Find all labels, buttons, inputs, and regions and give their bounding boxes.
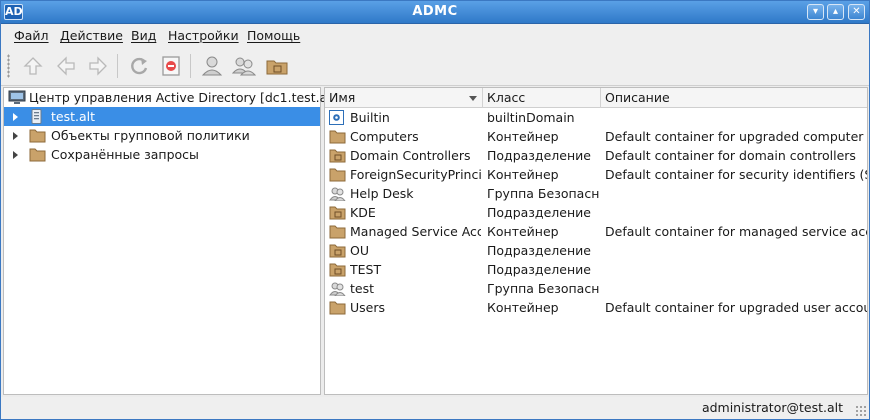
- cell-class: Группа Безопасности: [487, 281, 599, 296]
- table-row[interactable]: OU Подразделение: [325, 241, 867, 260]
- cell-name: Help Desk: [350, 186, 414, 201]
- tree-item-label: test.alt: [51, 109, 96, 124]
- tree-item-group-policy[interactable]: Объекты групповой политики: [4, 126, 320, 145]
- column-header-class[interactable]: Класс: [483, 88, 601, 108]
- stop-icon[interactable]: [158, 53, 184, 79]
- menu-settings[interactable]: Настройки: [168, 28, 239, 43]
- cell-class: Подразделение: [487, 262, 591, 277]
- cell-class: builtinDomain: [487, 110, 575, 125]
- menu-bar: Файл Действие Вид Настройки Помощь: [1, 24, 869, 46]
- table-row[interactable]: Users Контейнер Default container for upgr…: [325, 298, 867, 317]
- cell-name: KDE: [350, 205, 376, 220]
- column-header-label: Имя: [329, 90, 356, 105]
- new-ou-icon[interactable]: [264, 53, 290, 79]
- tree-item-test-alt[interactable]: test.alt: [4, 107, 320, 126]
- cell-description: Default container for upgraded user acco…: [605, 300, 867, 315]
- tree-root-label: Центр управления Active Directory [dc1.t…: [29, 90, 341, 105]
- sort-descending-icon: [469, 96, 477, 101]
- cell-name: Builtin: [350, 110, 390, 125]
- table-row[interactable]: test Группа Безопасности: [325, 279, 867, 298]
- menu-action[interactable]: Действие: [60, 28, 123, 43]
- cell-class: Контейнер: [487, 224, 559, 239]
- cell-description: Default container for managed service ac…: [605, 224, 867, 239]
- table-row[interactable]: ForeignSecurityPrincipals Контейнер Defaul…: [325, 165, 867, 184]
- table-header: Имя Класс Описание: [325, 88, 867, 108]
- cell-name: Users: [350, 300, 386, 315]
- navigation-tree[interactable]: Центр управления Active Directory [dc1.t…: [3, 87, 340, 395]
- cell-description: Default container for upgraded computer …: [605, 129, 867, 144]
- expand-arrow-icon[interactable]: [13, 151, 18, 159]
- cell-class: Группа Безопасности: [487, 186, 599, 201]
- toolbar-grip[interactable]: [7, 54, 10, 78]
- toolbar: [1, 46, 869, 86]
- forward-arrow-icon[interactable]: [85, 53, 111, 79]
- status-bar: administrator@test.alt: [1, 397, 869, 419]
- current-user-label: administrator@test.alt: [701, 400, 843, 415]
- cell-class: Подразделение: [487, 205, 591, 220]
- table-row[interactable]: TEST Подразделение: [325, 260, 867, 279]
- cell-description: Default container for domain controllers: [605, 148, 856, 163]
- cell-description: [605, 184, 867, 203]
- column-header-label: Описание: [605, 90, 670, 105]
- column-header-name[interactable]: Имя: [325, 88, 483, 108]
- table-row[interactable]: Computers Контейнер Default container for …: [325, 127, 867, 146]
- tree-root[interactable]: Центр управления Active Directory [dc1.t…: [4, 88, 340, 107]
- admc-window: AD ADMC ▾ ▴ ✕ Файл Действие Вид Настройк…: [0, 0, 870, 420]
- new-user-icon[interactable]: [199, 53, 225, 79]
- menu-view[interactable]: Вид: [131, 28, 156, 43]
- cell-description: [605, 241, 867, 260]
- toolbar-separator: [190, 54, 191, 78]
- toolbar-separator: [117, 54, 118, 78]
- cell-class: Контейнер: [487, 167, 559, 182]
- expand-arrow-icon[interactable]: [13, 132, 18, 140]
- cell-class: Контейнер: [487, 129, 559, 144]
- cell-name: Managed Service Accounts: [350, 224, 481, 239]
- back-arrow-icon[interactable]: [53, 53, 79, 79]
- column-header-description[interactable]: Описание: [601, 88, 867, 108]
- cell-name: test: [350, 281, 375, 296]
- cell-name: OU: [350, 243, 369, 258]
- tree-item-label: Объекты групповой политики: [51, 128, 250, 143]
- up-arrow-icon[interactable]: [20, 53, 46, 79]
- folder-icon: [29, 147, 46, 167]
- tree-item-saved-queries[interactable]: Сохранённые запросы: [4, 145, 320, 164]
- resize-grip[interactable]: [855, 405, 867, 417]
- cell-name: Domain Controllers: [350, 148, 471, 163]
- folder-icon: [329, 300, 346, 320]
- table-row[interactable]: Managed Service Accounts Контейнер Default…: [325, 222, 867, 241]
- expand-arrow-icon[interactable]: [13, 113, 18, 121]
- minimize-button[interactable]: ▾: [807, 4, 824, 20]
- menu-file[interactable]: Файл: [14, 28, 49, 43]
- table-row[interactable]: KDE Подразделение: [325, 203, 867, 222]
- table-row[interactable]: Help Desk Группа Безопасности: [325, 184, 867, 203]
- object-list[interactable]: Имя Класс Описание Builtin builtinDomain C…: [324, 87, 868, 395]
- menu-help[interactable]: Помощь: [247, 28, 300, 43]
- title-bar[interactable]: AD ADMC ▾ ▴ ✕: [1, 1, 869, 24]
- cell-class: Подразделение: [487, 243, 591, 258]
- table-row[interactable]: Domain Controllers Подразделение Default c…: [325, 146, 867, 165]
- new-group-icon[interactable]: [231, 53, 257, 79]
- close-button[interactable]: ✕: [848, 4, 865, 20]
- cell-description: [605, 279, 867, 298]
- tree-item-label: Сохранённые запросы: [51, 147, 199, 162]
- cell-name: TEST: [350, 262, 382, 277]
- cell-name: ForeignSecurityPrincipals: [350, 167, 481, 182]
- cell-description: Default container for security identifie…: [605, 167, 867, 182]
- cell-class: Подразделение: [487, 148, 591, 163]
- maximize-button[interactable]: ▴: [827, 4, 844, 20]
- cell-name: Computers: [350, 129, 419, 144]
- cell-description: [605, 260, 867, 279]
- window-title: ADMC: [412, 4, 458, 19]
- cell-class: Контейнер: [487, 300, 559, 315]
- column-header-label: Класс: [487, 90, 526, 105]
- cell-description: [605, 203, 867, 222]
- cell-description: [605, 108, 867, 127]
- table-row[interactable]: Builtin builtinDomain: [325, 108, 867, 127]
- refresh-icon[interactable]: [126, 53, 152, 79]
